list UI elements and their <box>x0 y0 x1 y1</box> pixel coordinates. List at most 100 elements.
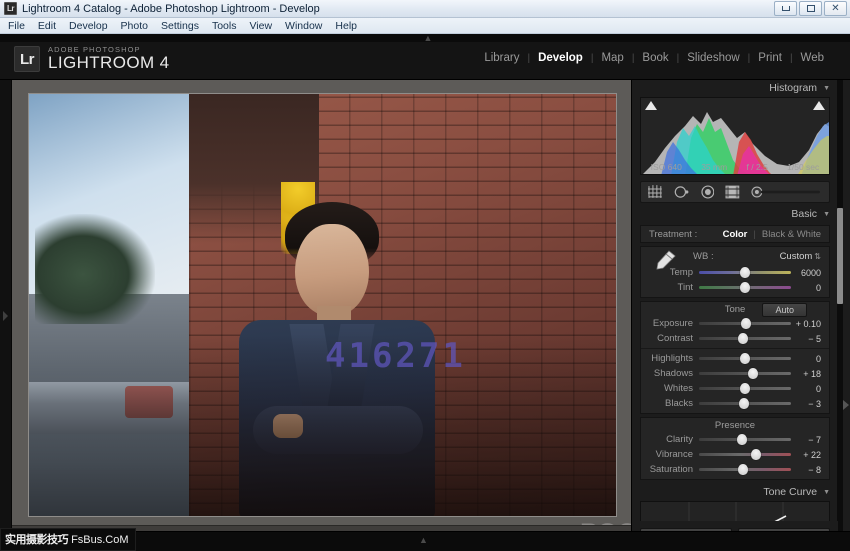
slider-row-saturation[interactable]: Saturation − 8 <box>641 462 829 477</box>
menu-item-edit[interactable]: Edit <box>38 20 56 32</box>
vibrance-slider[interactable] <box>699 449 791 460</box>
identity-plate[interactable]: Lr ADOBE PHOTOSHOP LIGHTROOM 4 <box>14 46 170 72</box>
menu-item-settings[interactable]: Settings <box>161 20 199 32</box>
exif-shutter-speed: 1/50 sec <box>787 162 819 172</box>
vibrance-knob[interactable] <box>751 449 761 460</box>
shadows-knob[interactable] <box>748 368 758 379</box>
slider-row-tint[interactable]: Tint 0 <box>641 280 829 295</box>
blacks-knob[interactable] <box>739 398 749 409</box>
spot-removal-icon[interactable] <box>674 185 690 199</box>
temp-knob[interactable] <box>740 267 750 278</box>
slider-row-exposure[interactable]: Exposure + 0.10 <box>641 316 829 331</box>
slider-row-highlights[interactable]: Highlights 0 <box>641 351 829 366</box>
highlight-clipping-indicator[interactable] <box>813 101 825 110</box>
right-panel-scrollbar-thumb[interactable] <box>837 208 843 304</box>
contrast-slider[interactable] <box>699 333 791 344</box>
highlights-slider[interactable] <box>699 353 791 364</box>
menu-item-file[interactable]: File <box>8 20 25 32</box>
shadows-slider[interactable] <box>699 368 791 379</box>
module-develop[interactable]: Develop <box>530 52 591 64</box>
exif-readout: ISO 640 35 mm f / 2.5 1/50 sec <box>641 162 829 172</box>
clarity-slider[interactable] <box>699 434 791 445</box>
filmstrip-expand-icon[interactable]: ▲ <box>419 535 428 545</box>
right-panel-scrollbar-track[interactable] <box>837 80 843 551</box>
shadow-clipping-indicator[interactable] <box>645 101 657 110</box>
chevron-down-icon[interactable]: ▼ <box>823 489 830 496</box>
chevron-down-icon[interactable]: ▼ <box>823 211 830 218</box>
module-library[interactable]: Library <box>476 52 527 64</box>
minimize-button[interactable] <box>774 1 797 16</box>
whites-slider[interactable] <box>699 383 791 394</box>
white-balance-selector-icon[interactable] <box>651 249 677 271</box>
presence-label: Presence <box>715 420 755 431</box>
top-panel-toggle[interactable]: ▲ <box>421 34 435 42</box>
exposure-label: Exposure <box>649 318 699 329</box>
auto-tone-button[interactable]: Auto <box>762 303 807 317</box>
shadows-value: + 18 <box>791 369 821 379</box>
contrast-knob[interactable] <box>738 333 748 344</box>
module-book[interactable]: Book <box>634 52 676 64</box>
tone-curve-panel-header[interactable]: Tone Curve ▼ <box>632 484 838 500</box>
treatment-row: Treatment : Color | Black & White <box>641 226 829 242</box>
module-web[interactable]: Web <box>793 52 832 64</box>
menu-item-develop[interactable]: Develop <box>69 20 108 32</box>
module-map[interactable]: Map <box>593 52 631 64</box>
highlights-knob[interactable] <box>740 353 750 364</box>
treatment-bw-option[interactable]: Black & White <box>762 229 821 240</box>
basic-panel-header[interactable]: Basic ▼ <box>632 206 838 222</box>
image-viewer[interactable]: 416271 POCO 摄影专题 http://photo.poco.cn/ <box>12 80 631 551</box>
menu-item-help[interactable]: Help <box>335 20 357 32</box>
histogram-panel-header[interactable]: Histogram ▼ <box>632 80 838 96</box>
watermark-en: FsBus.CoM <box>71 534 128 546</box>
graduated-filter-icon[interactable] <box>725 185 740 199</box>
right-panel-collapse-icon[interactable] <box>843 400 849 410</box>
treatment-label: Treatment : <box>649 229 717 240</box>
adjustment-brush-icon[interactable] <box>751 186 822 198</box>
treatment-color-option[interactable]: Color <box>723 229 748 240</box>
shadows-label: Shadows <box>649 368 699 379</box>
menu-item-view[interactable]: View <box>249 20 272 32</box>
exposure-knob[interactable] <box>741 318 751 329</box>
saturation-slider[interactable] <box>699 464 791 475</box>
wb-stepper-icon[interactable]: ⇅ <box>814 252 821 261</box>
slider-row-shadows[interactable]: Shadows + 18 <box>641 366 829 381</box>
slider-row-blacks[interactable]: Blacks − 3 <box>641 396 829 411</box>
close-icon: ✕ <box>831 4 839 14</box>
crop-overlay-icon[interactable] <box>648 185 663 199</box>
menu-item-window[interactable]: Window <box>285 20 322 32</box>
vibrance-label: Vibrance <box>649 449 699 460</box>
tint-slider[interactable] <box>699 282 791 293</box>
slider-row-whites[interactable]: Whites 0 <box>641 381 829 396</box>
basic-title: Basic <box>791 208 817 220</box>
whites-knob[interactable] <box>740 383 750 394</box>
photo-watermark-number: 416271 <box>325 336 466 376</box>
module-print[interactable]: Print <box>750 52 790 64</box>
exposure-slider[interactable] <box>699 318 791 329</box>
lightroom-logo-icon: Lr <box>14 46 40 72</box>
blacks-slider[interactable] <box>699 398 791 409</box>
whites-value: 0 <box>791 384 821 394</box>
temp-slider[interactable] <box>699 267 791 278</box>
lightroom-window: Lr Lightroom 4 Catalog - Adobe Photoshop… <box>0 0 850 551</box>
close-button[interactable]: ✕ <box>824 1 847 16</box>
left-panel-collapsed[interactable] <box>0 80 12 551</box>
app-icon: Lr <box>4 2 17 15</box>
histogram-chart[interactable]: ISO 640 35 mm f / 2.5 1/50 sec <box>640 97 830 175</box>
maximize-button[interactable] <box>799 1 822 16</box>
menu-item-tools[interactable]: Tools <box>212 20 237 32</box>
chevron-down-icon[interactable]: ▼ <box>823 85 830 92</box>
saturation-knob[interactable] <box>738 464 748 475</box>
red-eye-icon[interactable] <box>701 185 715 199</box>
slider-row-contrast[interactable]: Contrast − 5 <box>641 331 829 346</box>
tint-knob[interactable] <box>740 282 750 293</box>
menu-item-photo[interactable]: Photo <box>121 20 148 32</box>
wb-value-text: Custom <box>780 251 813 262</box>
wb-preset-value[interactable]: Custom⇅ <box>780 251 821 262</box>
vibrance-track <box>699 453 791 456</box>
clarity-knob[interactable] <box>737 434 747 445</box>
window-title: Lightroom 4 Catalog - Adobe Photoshop Li… <box>22 3 320 15</box>
module-slideshow[interactable]: Slideshow <box>679 52 747 64</box>
slider-row-vibrance[interactable]: Vibrance + 22 <box>641 447 829 462</box>
slider-row-clarity[interactable]: Clarity − 7 <box>641 432 829 447</box>
tint-value: 0 <box>791 283 821 293</box>
